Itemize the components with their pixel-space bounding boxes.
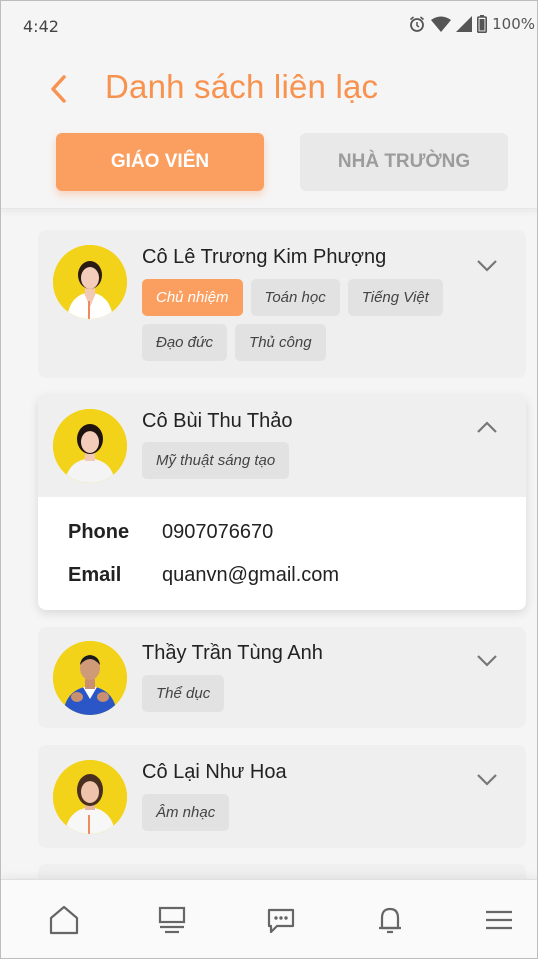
page-title: Danh sách liên lạc xyxy=(105,68,379,105)
tab-giao-vien[interactable]: GIÁO VIÊN xyxy=(56,133,264,191)
nav-board[interactable] xyxy=(154,902,190,938)
contact-list[interactable]: Cô Lê Trương Kim Phượng Chủ nhiệm Toán h… xyxy=(1,213,537,879)
contact-card[interactable]: Thầy Trần Tùng Anh Thể dục xyxy=(38,627,526,728)
battery-percent: 100% xyxy=(492,15,535,33)
tag-dao-duc: Đạo đức xyxy=(142,324,228,361)
signal-icon xyxy=(456,16,473,32)
back-button[interactable] xyxy=(43,71,73,107)
chevron-up-icon[interactable] xyxy=(476,420,498,434)
chevron-down-icon[interactable] xyxy=(476,259,498,273)
contact-card-expanded[interactable]: Cô Bùi Thu Thảo Mỹ thuật sáng tạo Phone … xyxy=(38,395,526,610)
contact-card[interactable]: Cô Lại Như Hoa Âm nhạc xyxy=(38,745,526,848)
tag-toan-hoc: Toán học xyxy=(250,279,340,316)
avatar xyxy=(53,409,127,483)
nav-notifications[interactable] xyxy=(372,902,408,938)
battery-icon xyxy=(477,15,488,33)
phone-row: Phone 0907076670 xyxy=(68,521,273,544)
contact-name: Cô Lê Trương Kim Phượng xyxy=(142,246,387,268)
subject-tags: Chủ nhiệm Toán học Tiếng Việt Đạo đức Th… xyxy=(142,279,476,361)
avatar xyxy=(53,245,127,319)
phone-value[interactable]: 0907076670 xyxy=(162,521,273,544)
email-label: Email xyxy=(68,564,122,586)
nav-home[interactable] xyxy=(46,902,82,938)
bottom-nav xyxy=(1,879,537,958)
avatar xyxy=(53,760,127,834)
subject-tags: Thể dục xyxy=(142,675,476,712)
contact-card-header[interactable]: Cô Bùi Thu Thảo Mỹ thuật sáng tạo xyxy=(38,395,526,497)
status-bar: 4:42 100% xyxy=(1,1,537,51)
subject-tags: Âm nhạc xyxy=(142,794,476,831)
chevron-down-icon[interactable] xyxy=(476,654,498,668)
tag-the-duc: Thể dục xyxy=(142,675,225,712)
phone-label: Phone xyxy=(68,521,130,543)
tag-chu-nhiem: Chủ nhiệm xyxy=(142,279,243,316)
tag-am-nhac: Âm nhạc xyxy=(142,794,230,831)
chevron-down-icon[interactable] xyxy=(476,773,498,787)
alarm-icon xyxy=(408,15,426,33)
board-icon xyxy=(158,906,186,934)
chevron-left-icon xyxy=(51,75,66,103)
app-screen: 4:42 100% Danh sách liên lạc GIÁO VIÊN N… xyxy=(0,0,538,959)
tag-my-thuat: Mỹ thuật sáng tạo xyxy=(142,442,290,479)
status-time: 4:42 xyxy=(23,17,59,36)
chat-icon xyxy=(267,908,295,934)
nav-menu[interactable] xyxy=(481,902,517,938)
contact-card[interactable]: Cô Lê Trương Kim Phượng Chủ nhiệm Toán h… xyxy=(38,230,526,378)
bell-icon xyxy=(379,907,401,934)
contact-name: Cô Bùi Thu Thảo xyxy=(142,410,293,432)
tag-tieng-viet: Tiếng Việt xyxy=(347,279,443,316)
subject-tags: Mỹ thuật sáng tạo xyxy=(142,442,476,479)
tab-nha-truong[interactable]: NHÀ TRƯỜNG xyxy=(300,133,508,191)
avatar xyxy=(53,641,127,715)
nav-chat[interactable] xyxy=(263,902,299,938)
menu-icon xyxy=(486,910,512,930)
status-icons: 100% xyxy=(408,15,535,33)
contact-card[interactable] xyxy=(38,864,526,879)
email-value[interactable]: quanvn@gmail.com xyxy=(162,564,339,587)
contact-name: Cô Lại Như Hoa xyxy=(142,761,287,783)
header: Danh sách liên lạc GIÁO VIÊN NHÀ TRƯỜNG xyxy=(1,51,537,209)
home-icon xyxy=(49,905,79,935)
tag-thu-cong: Thủ công xyxy=(235,324,326,361)
contact-name: Thầy Trần Tùng Anh xyxy=(142,642,323,664)
email-row: Email quanvn@gmail.com xyxy=(68,564,339,587)
wifi-icon xyxy=(431,16,452,32)
